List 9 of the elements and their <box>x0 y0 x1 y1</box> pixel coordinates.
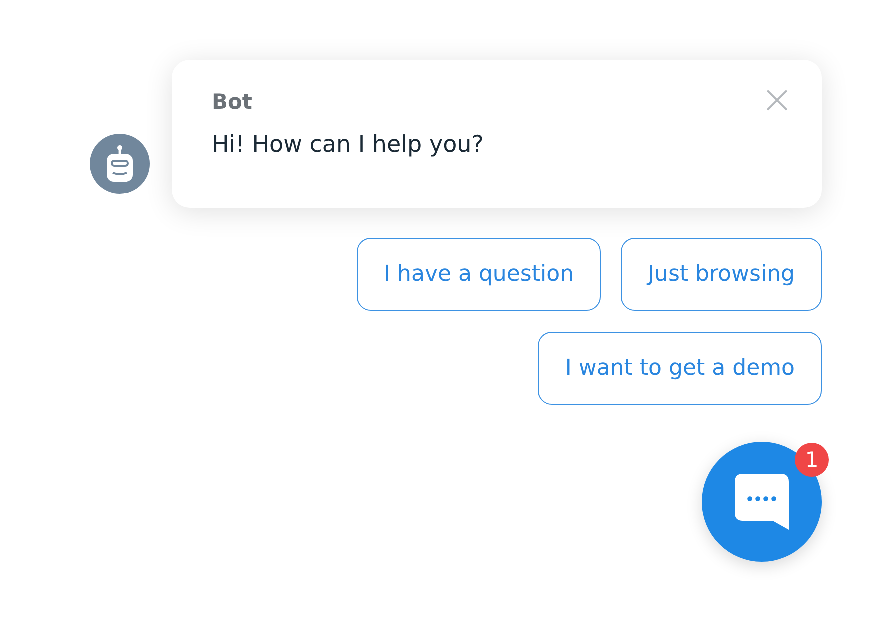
message-text: Hi! How can I help you? <box>212 132 485 158</box>
chat-bubble-icon <box>733 474 791 530</box>
quick-reply-button[interactable]: I have a question <box>357 238 602 311</box>
notification-badge: 1 <box>795 443 829 477</box>
sender-name: Bot <box>212 90 252 114</box>
robot-icon <box>106 145 134 183</box>
quick-reply-button[interactable]: I want to get a demo <box>538 332 822 405</box>
quick-reply-button[interactable]: Just browsing <box>621 238 822 311</box>
close-button[interactable]: × <box>760 84 794 116</box>
